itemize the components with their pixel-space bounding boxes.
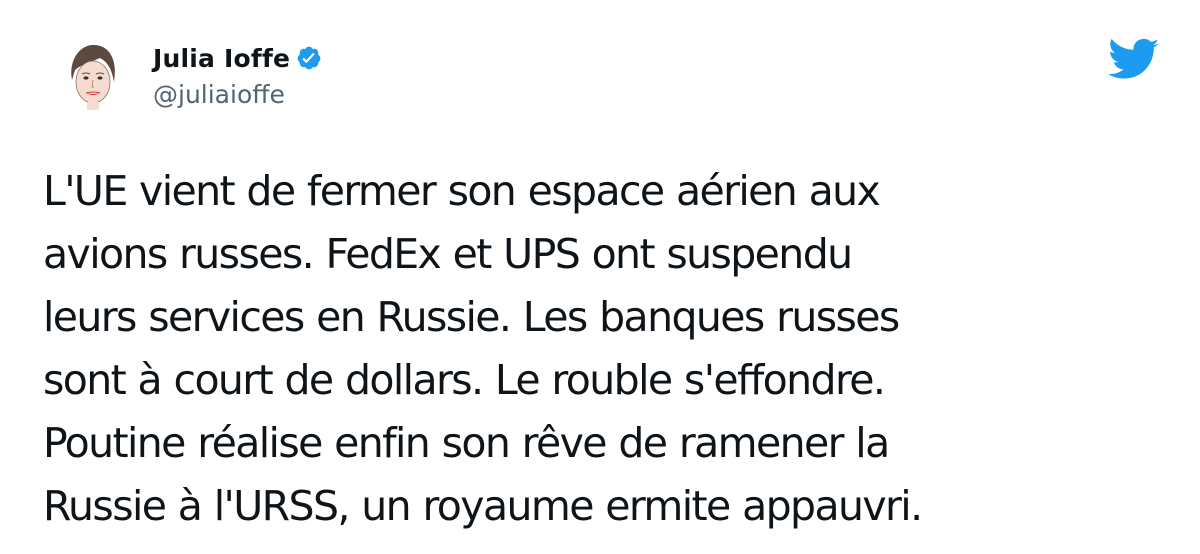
tweet-text-line: Russie à l'URSS, un royaume ermite appau… bbox=[43, 482, 923, 530]
tweet-text-line: leurs services en Russie. Les banques ru… bbox=[43, 293, 900, 341]
verified-badge-icon bbox=[296, 45, 322, 71]
name-row: Julia Ioffe bbox=[153, 40, 322, 76]
tweet-text-line: avions russes. FedEx et UPS ont suspendu bbox=[43, 230, 853, 278]
avatar-illustration-icon bbox=[58, 40, 128, 110]
tweet-text: L'UE vient de fermer son espace aérien a… bbox=[43, 160, 1183, 538]
display-name[interactable]: Julia Ioffe bbox=[153, 44, 290, 73]
tweet-card: Julia Ioffe @juliaioffe L'UE vient de fe… bbox=[0, 0, 1200, 554]
tweet-text-line: L'UE vient de fermer son espace aérien a… bbox=[43, 167, 881, 215]
twitter-bird-icon[interactable] bbox=[1108, 38, 1160, 82]
handle[interactable]: @juliaioffe bbox=[153, 80, 322, 109]
author-info: Julia Ioffe @juliaioffe bbox=[153, 40, 322, 109]
tweet-text-line: sont à court de dollars. Le rouble s'eff… bbox=[43, 356, 886, 404]
avatar[interactable] bbox=[58, 40, 128, 110]
tweet-text-line: Poutine réalise enfin son rêve de ramene… bbox=[43, 419, 890, 467]
